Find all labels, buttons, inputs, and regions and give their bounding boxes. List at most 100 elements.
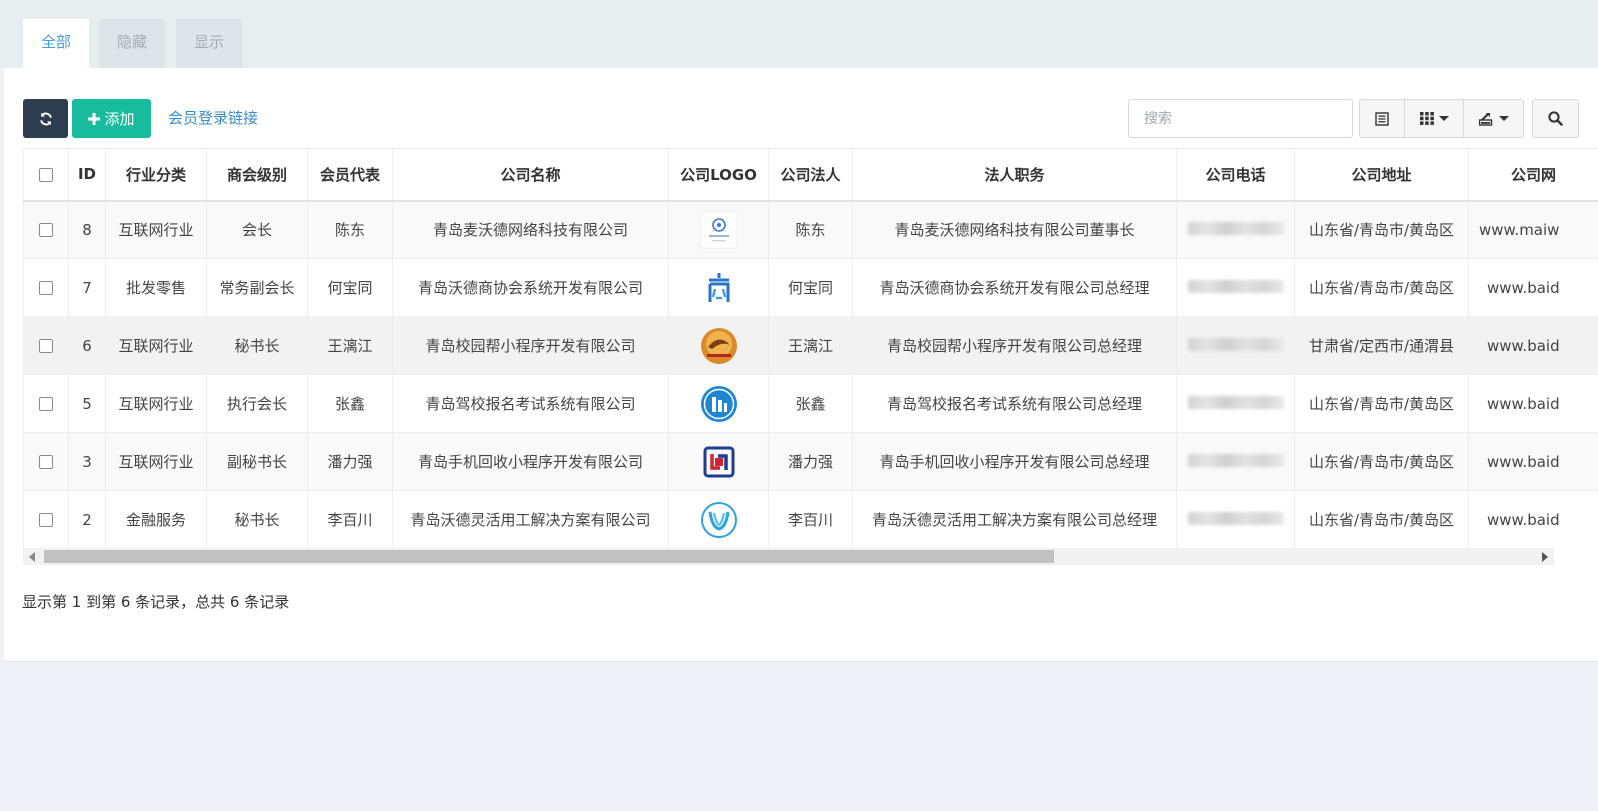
cell-position: 青岛沃德商协会系统开发有限公司总经理 <box>852 258 1177 317</box>
scrollbar-thumb[interactable] <box>44 550 1054 563</box>
column-header-position[interactable]: 法人职务 <box>852 148 1177 202</box>
toggle-view-button[interactable] <box>1360 100 1405 137</box>
select-all-checkbox[interactable] <box>39 167 53 182</box>
column-header-address[interactable]: 公司地址 <box>1294 148 1469 202</box>
driving-school-logo-icon[interactable] <box>700 385 738 423</box>
table-row[interactable]: 6 互联网行业 秘书长 王漓江 青岛校园帮小程序开发有限公司 王漓江 青岛校园帮… <box>23 316 1598 375</box>
cell-logo <box>668 200 769 259</box>
phone-redacted <box>1187 279 1284 293</box>
table-row[interactable]: 7 批发零售 常务副会长 何宝同 青岛沃德商协会系统开发有限公司 何宝同 青岛沃… <box>23 258 1598 317</box>
cell-address: 山东省/青岛市/黄岛区 <box>1294 258 1469 317</box>
tab-hidden[interactable]: 隐藏 <box>99 19 166 68</box>
flex-work-logo-icon[interactable] <box>700 501 738 539</box>
scroll-left-arrow-icon[interactable] <box>29 552 35 562</box>
cell-industry: 互联网行业 <box>105 316 207 375</box>
cell-level: 执行会长 <box>206 374 308 433</box>
phone-redacted <box>1187 337 1284 351</box>
cell-company: 青岛沃德灵活用工解决方案有限公司 <box>392 490 669 548</box>
column-header-legal-person[interactable]: 公司法人 <box>768 148 853 202</box>
phone-redacted <box>1187 511 1284 525</box>
cell-phone <box>1176 200 1295 259</box>
cell-id: 7 <box>68 258 106 317</box>
table-row[interactable]: 8 互联网行业 会长 陈东 青岛麦沃德网络科技有限公司 陈东 青岛麦沃德网络科技… <box>23 200 1598 259</box>
member-login-link[interactable]: 会员登录链接 <box>168 107 258 128</box>
search-icon <box>1548 111 1563 126</box>
row-select-cell <box>23 258 69 317</box>
cell-phone <box>1176 432 1295 491</box>
row-checkbox[interactable] <box>39 339 53 353</box>
maiwode-logo-icon[interactable] <box>700 211 738 249</box>
cell-position: 青岛手机回收小程序开发有限公司总经理 <box>852 432 1177 491</box>
cell-company: 青岛麦沃德网络科技有限公司 <box>392 200 669 259</box>
cell-id: 8 <box>68 200 106 259</box>
phone-redacted <box>1187 395 1284 409</box>
column-header-company[interactable]: 公司名称 <box>392 148 669 202</box>
cell-address: 山东省/青岛市/黄岛区 <box>1294 490 1469 548</box>
recycle-logo-icon[interactable] <box>700 443 738 481</box>
column-header-industry[interactable]: 行业分类 <box>105 148 207 202</box>
row-checkbox[interactable] <box>39 513 53 527</box>
column-header-logo[interactable]: 公司LOGO <box>668 148 769 202</box>
table-tools <box>1359 99 1524 138</box>
add-button[interactable]: 添加 <box>72 99 151 138</box>
row-checkbox[interactable] <box>39 281 53 295</box>
cell-representative: 张鑫 <box>307 374 393 433</box>
plus-icon <box>88 112 101 125</box>
refresh-button[interactable] <box>23 99 68 138</box>
table-container: ID 行业分类 商会级别 会员代表 公司名称 公司LOGO 公司法人 法人职务 … <box>23 148 1598 548</box>
cell-legal-person: 李百川 <box>768 490 853 548</box>
cell-website: www.maiw <box>1468 200 1598 259</box>
table-row[interactable]: 2 金融服务 秘书长 李百川 青岛沃德灵活用工解决方案有限公司 李百川 青岛沃德… <box>23 490 1598 548</box>
column-header-phone[interactable]: 公司电话 <box>1176 148 1295 202</box>
column-header-website[interactable]: 公司网 <box>1468 148 1598 202</box>
cell-website: www.baid <box>1468 432 1598 491</box>
row-checkbox[interactable] <box>39 397 53 411</box>
cell-representative: 王漓江 <box>307 316 393 375</box>
scroll-right-arrow-icon[interactable] <box>1542 552 1548 562</box>
chevron-down-icon <box>1438 116 1449 121</box>
columns-dropdown-button[interactable] <box>1405 100 1464 137</box>
cell-phone <box>1176 316 1295 375</box>
cell-industry: 金融服务 <box>105 490 207 548</box>
tab-all[interactable]: 全部 <box>23 19 90 68</box>
row-checkbox[interactable] <box>39 455 53 469</box>
advanced-search-button[interactable] <box>1532 99 1579 138</box>
cell-logo <box>668 258 769 317</box>
column-header-representative[interactable]: 会员代表 <box>307 148 393 202</box>
cell-logo <box>668 432 769 491</box>
cell-phone <box>1176 258 1295 317</box>
cell-position: 青岛校园帮小程序开发有限公司总经理 <box>852 316 1177 375</box>
row-select-cell <box>23 316 69 375</box>
pagination-info: 显示第 1 到第 6 条记录，总共 6 条记录 <box>22 593 290 611</box>
campus-logo-icon[interactable] <box>700 327 738 365</box>
cell-legal-person: 王漓江 <box>768 316 853 375</box>
cell-level: 副秘书长 <box>206 432 308 491</box>
cell-legal-person: 何宝同 <box>768 258 853 317</box>
table-header-row: ID 行业分类 商会级别 会员代表 公司名称 公司LOGO 公司法人 法人职务 … <box>23 148 1598 202</box>
select-all-cell <box>23 148 69 202</box>
cell-legal-person: 陈东 <box>768 200 853 259</box>
cell-industry: 互联网行业 <box>105 200 207 259</box>
shang-logo-icon[interactable] <box>700 269 738 307</box>
cell-logo <box>668 490 769 548</box>
cell-address: 山东省/青岛市/黄岛区 <box>1294 374 1469 433</box>
cell-position: 青岛驾校报名考试系统有限公司总经理 <box>852 374 1177 433</box>
row-checkbox[interactable] <box>39 223 53 238</box>
table-row[interactable]: 5 互联网行业 执行会长 张鑫 青岛驾校报名考试系统有限公司 张鑫 青岛驾校报名… <box>23 374 1598 433</box>
horizontal-scrollbar[interactable] <box>23 548 1554 565</box>
cell-level: 秘书长 <box>206 490 308 548</box>
cell-website: www.baid <box>1468 490 1598 548</box>
cell-company: 青岛沃德商协会系统开发有限公司 <box>392 258 669 317</box>
table-row[interactable]: 3 互联网行业 副秘书长 潘力强 青岛手机回收小程序开发有限公司 潘力强 青岛手… <box>23 432 1598 491</box>
export-dropdown-button[interactable] <box>1464 100 1523 137</box>
tab-visible[interactable]: 显示 <box>176 19 243 68</box>
column-header-level[interactable]: 商会级别 <box>206 148 308 202</box>
cell-address: 山东省/青岛市/黄岛区 <box>1294 432 1469 491</box>
cell-representative: 何宝同 <box>307 258 393 317</box>
refresh-icon <box>39 112 52 125</box>
cell-representative: 潘力强 <box>307 432 393 491</box>
search-input[interactable] <box>1128 99 1353 138</box>
column-header-id[interactable]: ID <box>68 148 106 202</box>
cell-representative: 李百川 <box>307 490 393 548</box>
cell-position: 青岛麦沃德网络科技有限公司董事长 <box>852 200 1177 259</box>
